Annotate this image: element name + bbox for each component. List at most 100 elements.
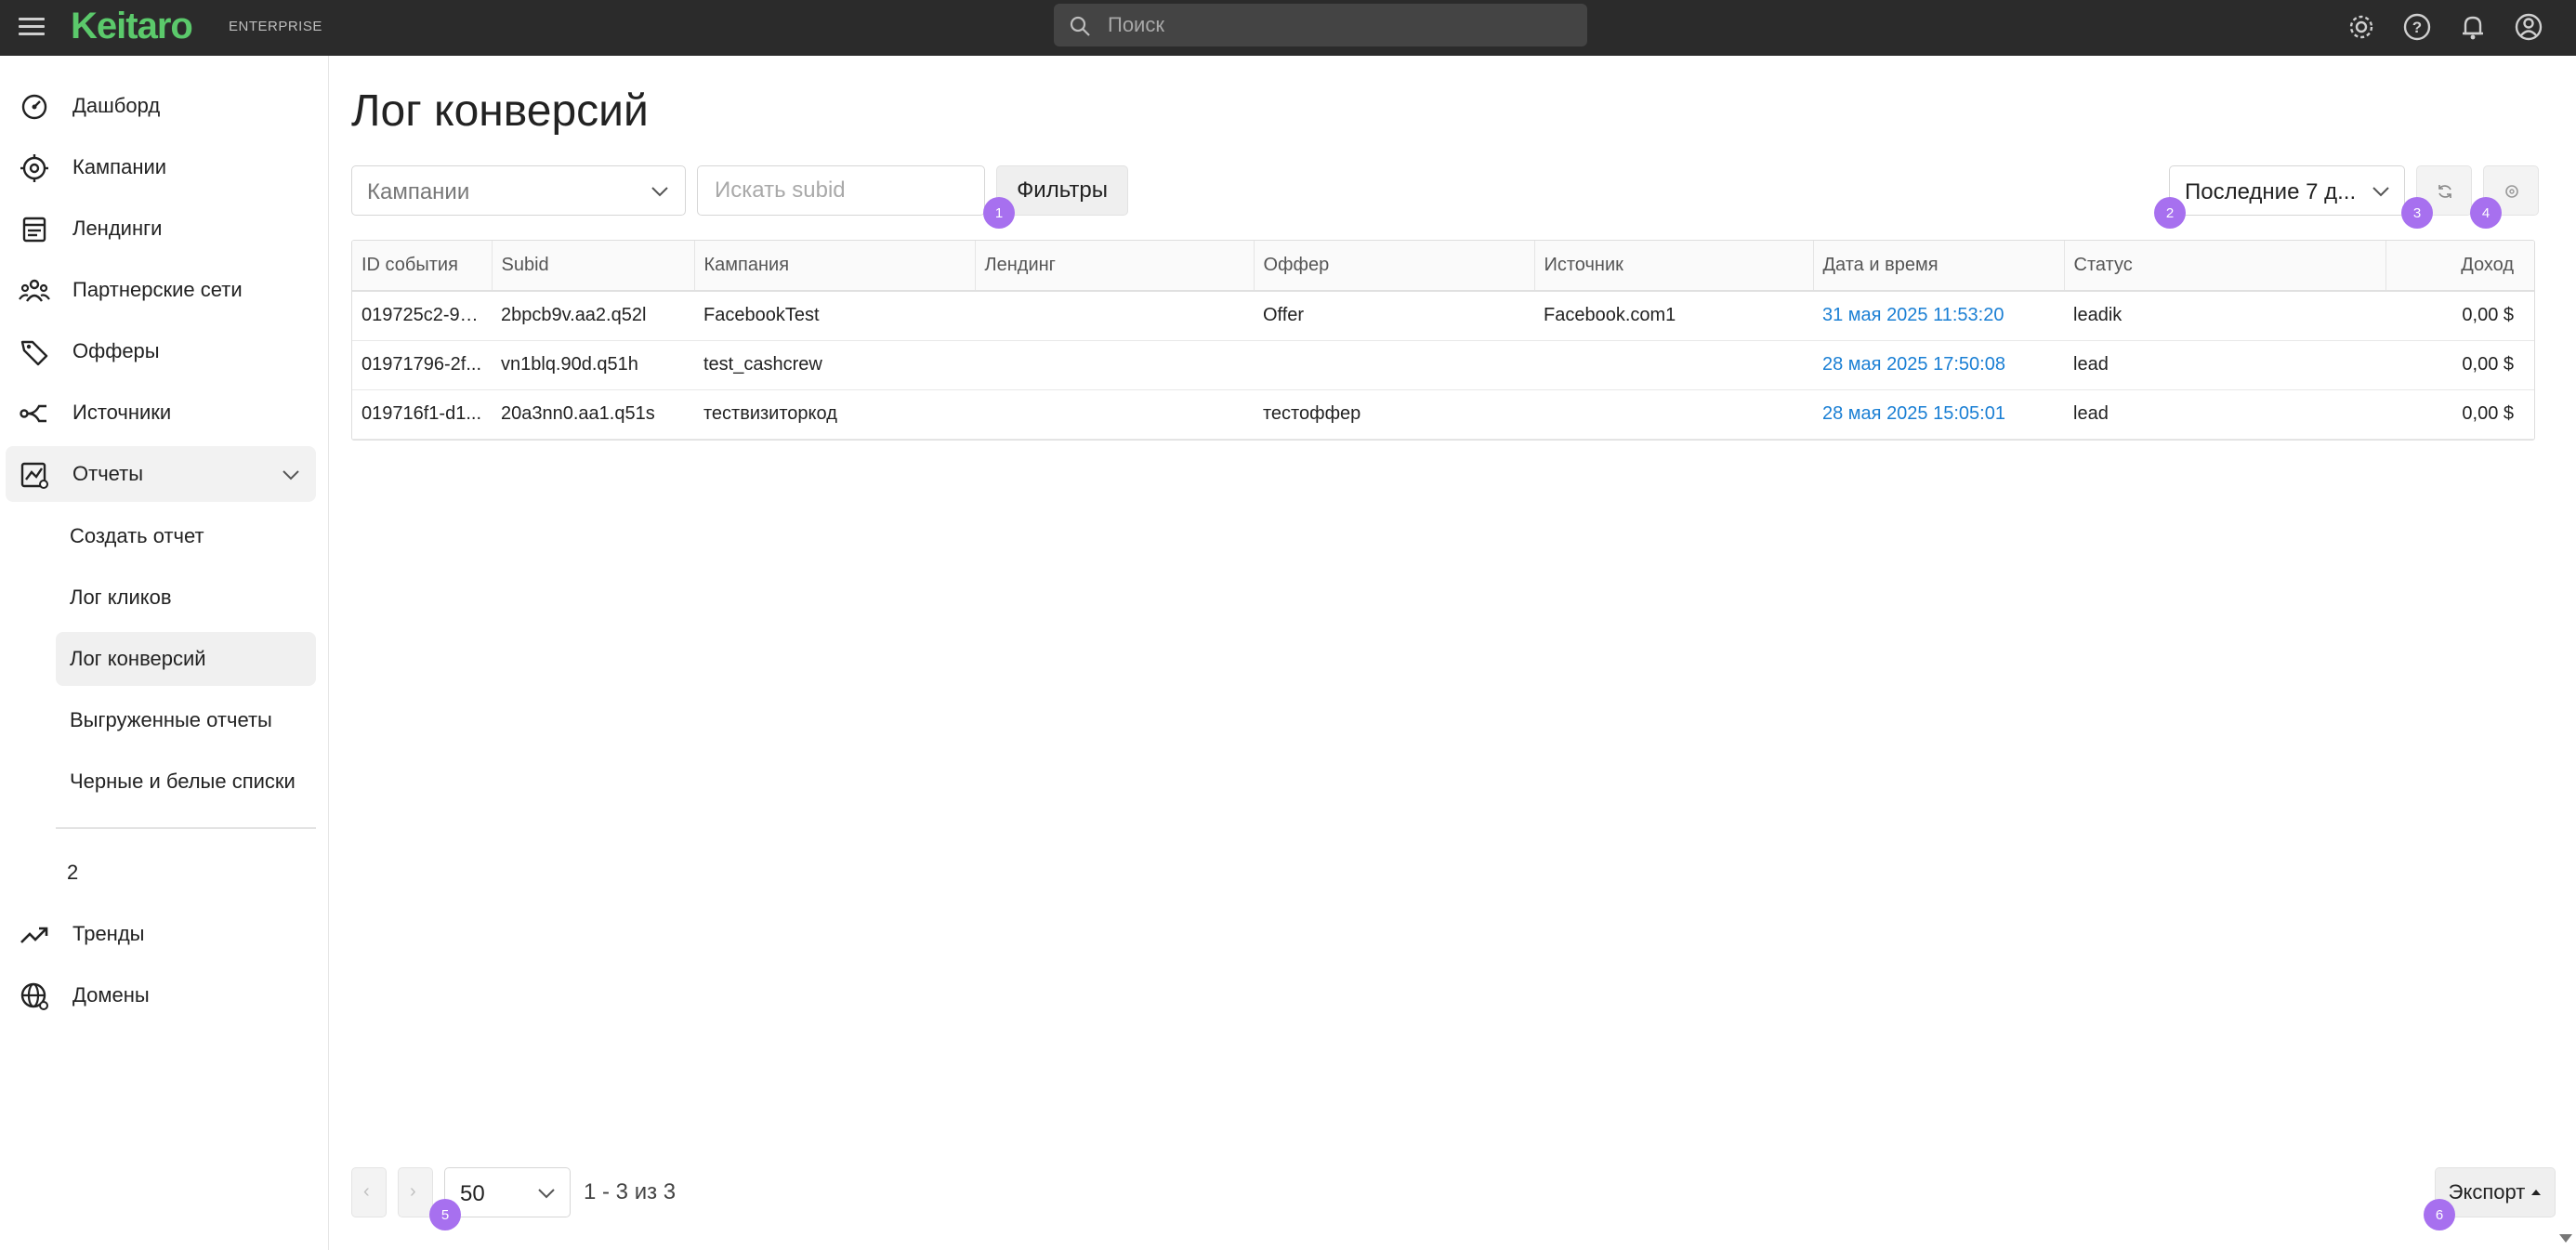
step-badge: 4	[2470, 197, 2502, 229]
chevron-left-icon: ‹	[363, 1181, 370, 1202]
sidebar-subitem-label: Лог конверсий	[70, 647, 206, 670]
column-header[interactable]: Дата и время	[1813, 241, 2065, 292]
per-page-select[interactable]: 50	[444, 1167, 571, 1217]
column-header[interactable]: Subid	[492, 241, 695, 292]
conversions-table: ID события Subid Кампания Лендинг Оффер …	[351, 240, 2535, 441]
sidebar-item-domains[interactable]: Домены	[6, 967, 316, 1023]
chevron-down-icon	[2372, 187, 2389, 197]
refresh-icon	[2438, 185, 2451, 198]
column-header[interactable]: Оффер	[1254, 241, 1535, 292]
datetime-link[interactable]: 28 мая 2025 15:05:01	[1813, 389, 2064, 440]
revenue-cell: 0,00 $	[2385, 340, 2534, 390]
chevron-down-icon	[651, 187, 668, 197]
event-id-cell: 019716f1-d1...	[352, 389, 492, 440]
period-select[interactable]: Последние 7 д...	[2169, 165, 2405, 216]
search-input[interactable]	[1108, 4, 1572, 46]
sidebar-item-trends[interactable]: Тренды	[6, 906, 316, 962]
filters-button[interactable]: Фильтры	[996, 165, 1128, 216]
source-cell	[1534, 340, 1813, 390]
status-cell: lead	[2064, 340, 2385, 390]
sidebar-item-label: Дашборд	[72, 94, 161, 117]
offer-cell: Offer	[1254, 291, 1534, 341]
landing-icon	[22, 217, 46, 243]
status-cell: leadik	[2064, 291, 2385, 341]
page-title: Лог конверсий	[351, 86, 649, 136]
source-cell: Facebook.com1	[1534, 291, 1813, 341]
sidebar-item-offers[interactable]: Офферы	[6, 323, 316, 379]
offer-cell	[1254, 340, 1534, 390]
column-header[interactable]: Статус	[2064, 241, 2386, 292]
sidebar-item-label: Источники	[72, 401, 172, 424]
column-header[interactable]: ID события	[352, 241, 493, 292]
people-icon	[19, 279, 50, 302]
sidebar-item-dashboard[interactable]: Дашборд	[6, 78, 316, 134]
next-page-button[interactable]: ›	[398, 1167, 433, 1217]
top-bar: Keitaro ENTERPRISE ?	[0, 0, 2576, 56]
sidebar-subitem-click-log[interactable]: Лог кликов	[56, 571, 316, 625]
column-header[interactable]: Лендинг	[975, 241, 1255, 292]
campaign-cell: test_cashcrew	[694, 340, 975, 390]
subid-search-input[interactable]	[697, 165, 985, 216]
sidebar-item-label: Партнерские сети	[72, 278, 243, 301]
datetime-link[interactable]: 31 мая 2025 11:53:20	[1813, 291, 2064, 341]
table-row[interactable]: 01971796-2f... vn1blq.90d.q51h test_cash…	[352, 340, 2534, 390]
subid-cell: 20a3nn0.aa1.q51s	[492, 389, 694, 440]
report-icon	[20, 462, 48, 489]
help-icon[interactable]: ?	[2401, 11, 2433, 43]
campaign-select[interactable]: Кампании	[351, 165, 686, 216]
sidebar: Дашборд Кампании Лендинги Партнерские се…	[0, 56, 329, 1250]
menu-icon[interactable]	[19, 13, 46, 41]
account-icon[interactable]	[2513, 11, 2544, 43]
sidebar-item-label: Отчеты	[72, 462, 144, 485]
datetime-link[interactable]: 28 мая 2025 17:50:08	[1813, 340, 2064, 390]
chevron-right-icon: ›	[410, 1181, 416, 1202]
step-badge: 5	[429, 1199, 461, 1230]
chevron-up-icon	[283, 470, 299, 480]
offer-cell: тестоффер	[1254, 389, 1534, 440]
sidebar-item-label: Домены	[72, 983, 150, 1007]
source-cell	[1534, 389, 1813, 440]
revenue-cell: 0,00 $	[2385, 291, 2534, 341]
sidebar-divider	[56, 827, 316, 829]
sidebar-subitem-black-white-lists[interactable]: Черные и белые списки	[56, 755, 316, 809]
prev-page-button[interactable]: ‹	[351, 1167, 387, 1217]
sidebar-number: 2	[67, 861, 79, 884]
sidebar-item-label: Тренды	[72, 922, 145, 945]
gear-icon[interactable]	[2346, 11, 2377, 43]
caret-up-icon	[2531, 1190, 2542, 1195]
chevron-down-icon	[538, 1189, 555, 1199]
table-header-row: ID события Subid Кампания Лендинг Оффер …	[352, 241, 2534, 292]
sidebar-item-landings[interactable]: Лендинги	[6, 201, 316, 257]
sidebar-item-campaigns[interactable]: Кампании	[6, 139, 316, 195]
sidebar-subitem-conversion-log[interactable]: Лог конверсий	[56, 632, 316, 686]
sidebar-item-label: Лендинги	[72, 217, 163, 240]
logo[interactable]: Keitaro	[71, 6, 193, 47]
trend-icon	[20, 927, 48, 943]
dashboard-icon	[21, 94, 47, 120]
column-header[interactable]: Доход	[2385, 241, 2534, 292]
sidebar-item-reports[interactable]: Отчеты	[6, 446, 316, 502]
campaign-select-value: Кампании	[367, 179, 470, 204]
sidebar-item-sources[interactable]: Источники	[6, 385, 316, 441]
search-box[interactable]	[1054, 4, 1587, 46]
table-row[interactable]: 019716f1-d1... 20a3nn0.aa1.q51s тествизи…	[352, 389, 2534, 440]
scroll-down-icon[interactable]	[2559, 1234, 2572, 1243]
column-header[interactable]: Кампания	[694, 241, 976, 292]
sidebar-item-affiliate-networks[interactable]: Партнерские сети	[6, 262, 316, 318]
status-cell: lead	[2064, 389, 2385, 440]
table-row[interactable]: 019725c2-9a... 2bpcb9v.aa2.q52l Facebook…	[352, 291, 2534, 341]
bell-icon[interactable]	[2457, 11, 2489, 43]
column-header[interactable]: Источник	[1534, 241, 1814, 292]
sidebar-subitem-exported-reports[interactable]: Выгруженные отчеты	[56, 693, 316, 747]
globe-icon	[20, 982, 48, 1010]
sidebar-subitem-label: Черные и белые списки	[70, 770, 296, 793]
sidebar-subitem-create-report[interactable]: Создать отчет	[56, 509, 316, 563]
event-id-cell: 01971796-2f...	[352, 340, 492, 390]
sidebar-subitem-label: Лог кликов	[70, 586, 172, 609]
settings-icon	[2505, 185, 2518, 198]
campaign-cell: тествизиторкод	[694, 389, 975, 440]
export-label: Экспорт	[2448, 1180, 2526, 1204]
revenue-cell: 0,00 $	[2385, 389, 2534, 440]
sidebar-subitem-label: Создать отчет	[70, 524, 204, 547]
tag-icon	[20, 340, 48, 366]
